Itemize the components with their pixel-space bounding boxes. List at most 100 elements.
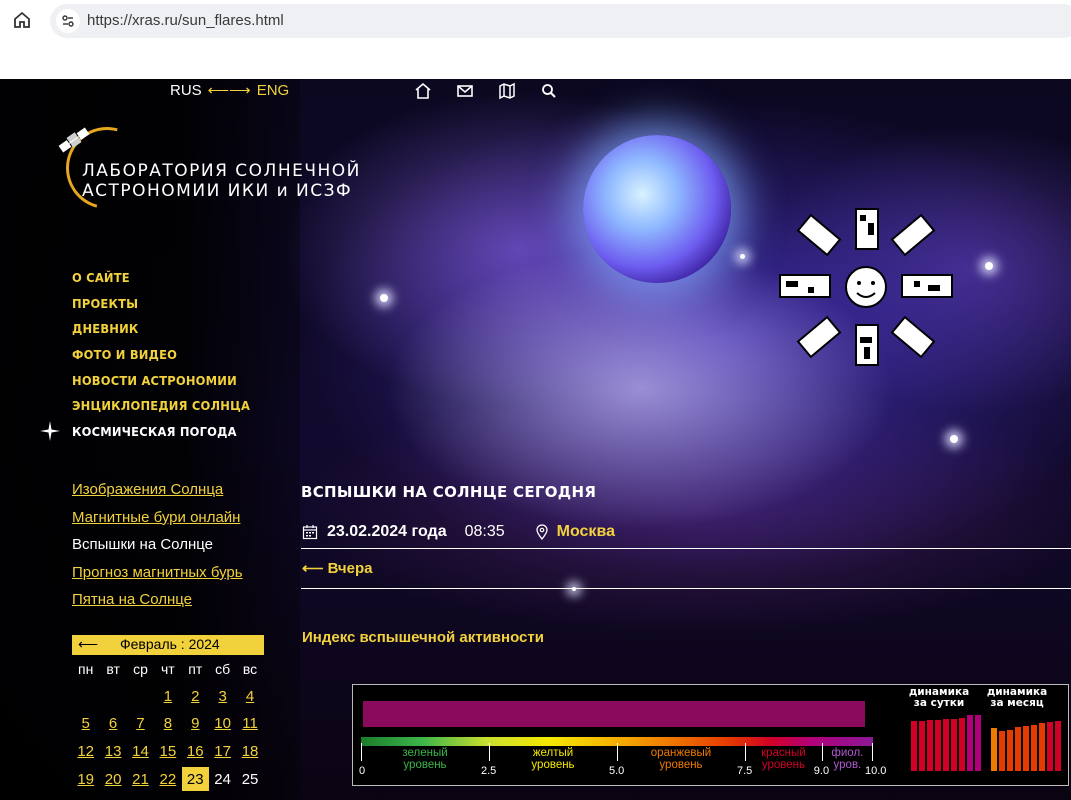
flare-index-bar-track: [363, 701, 865, 727]
calendar-day-link[interactable]: 13: [99, 742, 126, 770]
date-row: 23.02.2024 года 08:35 Москва: [302, 523, 615, 541]
day-dynamics-bar: [951, 718, 957, 771]
scale-tick: [821, 743, 823, 761]
calendar-day-link[interactable]: 6: [99, 714, 126, 742]
home-icon[interactable]: [12, 10, 32, 30]
calendar-day-link[interactable]: 18: [236, 742, 263, 770]
calendar-day-link[interactable]: 17: [209, 742, 236, 770]
calendar-weekday-row: пн вт ср чт пт сб вс: [72, 659, 264, 687]
scale-tick-label: 7.5: [737, 765, 753, 777]
calendar-day: 25: [241, 770, 259, 788]
calendar-grid: пн вт ср чт пт сб вс 1 2 3 4 5 6 7 8 9 10 11 12 13 14 15 16 17 1…: [72, 659, 264, 797]
submenu-sun-images[interactable]: Изображения Солнца: [72, 480, 243, 508]
calendar-empty-cell: [99, 687, 126, 715]
url-text[interactable]: https://xras.ru/sun_flares.html: [87, 12, 284, 29]
calendar-prev-month-button[interactable]: ⟵: [78, 636, 98, 653]
search-icon[interactable]: [540, 82, 558, 100]
menu-item-sun-encyclopedia[interactable]: ЭНЦИКЛОПЕДИЯ СОЛНЦА: [72, 396, 250, 424]
calendar-day-link[interactable]: 3: [209, 687, 236, 715]
site-info-button[interactable]: [56, 9, 80, 33]
calendar-week-row: 1234: [72, 687, 264, 715]
calendar-month-label: Февраль : 2024: [120, 636, 220, 652]
lang-eng-link[interactable]: ENG: [257, 82, 290, 99]
city-link[interactable]: Москва: [557, 523, 615, 541]
scale-tick: [361, 743, 362, 761]
month-dynamics-chart[interactable]: [991, 715, 1061, 771]
map-icon[interactable]: [498, 82, 516, 100]
month-dynamics-bar: [999, 730, 1005, 771]
scale-tick-label: 9.0: [813, 765, 830, 777]
month-dynamics-bar: [1047, 721, 1053, 771]
calendar-day-link[interactable]: 1: [154, 687, 181, 715]
calendar-day-link[interactable]: 9: [182, 714, 209, 742]
scale-tick: [489, 743, 490, 761]
current-date: 23.02.2024 года: [327, 523, 447, 540]
sun-emblem-image: [779, 208, 953, 366]
home-icon[interactable]: [414, 82, 432, 100]
logo-line-2: АСТРОНОМИИ ИКИ и ИСЗФ: [82, 181, 353, 201]
calendar-day-link[interactable]: 4: [236, 687, 263, 715]
page-content: RUS ⟵⟶ ENG ЛАБОРАТОРИЯ СОЛНЕЧНОЙ АСТРОНОМИ…: [0, 79, 1071, 800]
submenu-solar-flares: Вспышки на Солнце: [72, 536, 213, 554]
submenu-magnetic-storms[interactable]: Магнитные бури онлайн: [72, 508, 243, 536]
lang-rus[interactable]: RUS: [170, 82, 202, 99]
divider: [301, 588, 1071, 589]
menu-item-space-weather[interactable]: КОСМИЧЕСКАЯ ПОГОДА: [72, 422, 250, 450]
calendar-day-link[interactable]: 2: [182, 687, 209, 715]
menu-item-projects[interactable]: ПРОЕКТЫ: [72, 293, 250, 321]
day-dynamics-bar: [919, 720, 925, 771]
calendar-day-link[interactable]: 21: [127, 770, 154, 798]
day-dynamics-chart[interactable]: [911, 715, 981, 771]
menu-item-astronomy-news[interactable]: НОВОСТИ АСТРОНОМИИ: [72, 370, 250, 398]
calendar-day-link[interactable]: 14: [127, 742, 154, 770]
flare-index-title: Индекс вспышечной активности: [302, 629, 544, 646]
mail-icon[interactable]: [456, 82, 474, 100]
calendar-week-row: 19 20 21 22 23 24 25: [72, 766, 264, 798]
site-logo[interactable]: ЛАБОРАТОРИЯ СОЛНЕЧНОЙ АСТРОНОМИИ ИКИ и И…: [50, 111, 359, 225]
location-pin-icon: [535, 524, 548, 540]
day-dynamics-bar: [927, 720, 933, 771]
month-dynamics-bar: [1055, 720, 1061, 771]
top-icon-bar: [414, 82, 558, 100]
calendar-week-row: 5 6 7 8 9 10 11: [72, 714, 264, 742]
scale-tick-label: 10.0: [865, 765, 887, 777]
star-decoration: [950, 435, 958, 443]
calendar-day-link[interactable]: 10: [209, 714, 236, 742]
calendar-icon: [302, 525, 318, 540]
scale-tick-label: 0: [359, 765, 366, 777]
calendar-empty-cell: [127, 687, 154, 715]
month-dynamics-bar: [1039, 723, 1045, 771]
calendar-day-link[interactable]: 15: [154, 742, 181, 770]
calendar-weekday: сб: [215, 661, 231, 677]
flare-level-label: желтый уровень: [531, 747, 575, 771]
calendar-day-link[interactable]: 20: [99, 770, 126, 798]
calendar-day-today[interactable]: 23: [181, 766, 209, 791]
calendar-day-link[interactable]: 19: [72, 770, 99, 798]
month-dynamics-bar: [1007, 729, 1013, 771]
menu-item-diary[interactable]: ДНЕВНИК: [72, 319, 250, 347]
menu-item-about[interactable]: О САЙТЕ: [72, 268, 250, 296]
calendar-day-link[interactable]: 7: [127, 714, 154, 742]
menu-item-photo-video[interactable]: ФОТО И ВИДЕО: [72, 345, 250, 373]
calendar-week-row: 12 13 14 15 16 17 18: [72, 742, 264, 770]
submenu-sunspots[interactable]: Пятна на Солнце: [72, 590, 243, 618]
star-decoration: [985, 262, 993, 270]
flare-index-panel: зеленый уровень желтый уровень оранжевый уров…: [352, 684, 1069, 786]
flare-level-scale: зеленый уровень желтый уровень оранжевый уров…: [359, 737, 886, 777]
flare-level-label: оранжевый уровень: [650, 747, 712, 771]
calendar-weekday: ср: [133, 661, 148, 677]
calendar-weekday: чт: [161, 661, 175, 677]
calendar-day-link[interactable]: 8: [154, 714, 181, 742]
day-dynamics-bar: [935, 720, 941, 771]
address-bar[interactable]: https://xras.ru/sun_flares.html: [50, 4, 1071, 38]
submenu-storm-forecast[interactable]: Прогноз магнитных бурь: [72, 563, 243, 591]
yesterday-link[interactable]: ⟵ Вчера: [302, 559, 373, 577]
calendar-day-link[interactable]: 16: [182, 742, 209, 770]
scale-tick: [872, 743, 873, 761]
calendar-day-link[interactable]: 12: [72, 742, 99, 770]
satellite-icon: [58, 127, 90, 153]
calendar-day-link[interactable]: 5: [72, 714, 99, 742]
calendar-day-link[interactable]: 11: [236, 714, 263, 742]
calendar-weekday: пн: [78, 661, 94, 677]
calendar-day-link[interactable]: 22: [154, 770, 181, 798]
